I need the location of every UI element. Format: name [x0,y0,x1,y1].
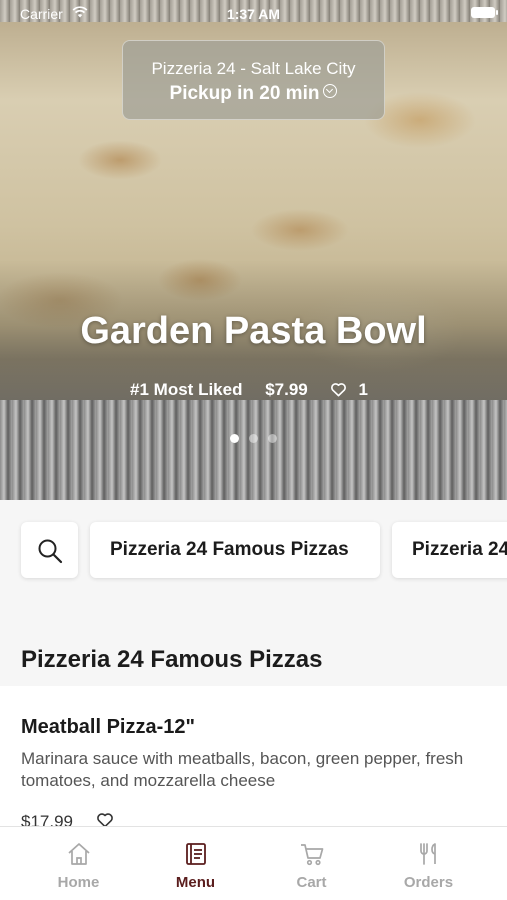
status-bar: Carrier 1:37 AM [0,0,507,28]
pager-dot-1[interactable] [230,434,239,443]
hero-image-tray [0,400,507,500]
category-chip[interactable]: Pizzeria 24 [392,522,507,578]
category-chip[interactable]: Pizzeria 24 Famous Pizzas [90,522,380,578]
tab-label: Menu [175,874,216,891]
battery-icon [471,7,498,18]
pickup-time: Pickup in 20 min [123,83,384,105]
featured-price: $7.99 [265,380,308,399]
search-button[interactable] [21,522,78,578]
fork-knife-icon [420,843,436,865]
tab-bar: Home Menu Cart Orders [0,826,507,900]
chevron-down-circle-icon [323,84,338,98]
tab-menu[interactable]: Menu [137,827,254,900]
likes-count: 1 [358,380,368,399]
pager-dot-3[interactable] [268,434,277,443]
carousel-pager[interactable] [0,430,507,448]
featured-item-meta: #1 Most Liked $7.99 1 [0,380,507,400]
cart-icon [301,844,324,866]
menu-item-name: Meatball Pizza-12" [21,716,195,738]
tab-label: Home [57,874,100,891]
store-name: Pizzeria 24 - Salt Lake City [151,59,356,78]
pager-dot-2[interactable] [249,434,258,443]
tab-orders[interactable]: Orders [370,827,487,900]
home-icon [68,843,90,865]
featured-item-title: Garden Pasta Bowl [80,310,427,352]
menu-item-description: Marinara sauce with meatballs, bacon, gr… [21,749,464,790]
category-bar[interactable]: Pizzeria 24 Famous Pizzas Pizzeria 24 [0,500,507,620]
clock: 1:37 AM [226,6,281,22]
featured-rank: #1 Most Liked [130,380,243,399]
section-title: Pizzeria 24 Famous Pizzas [21,646,323,673]
tab-cart[interactable]: Cart [253,827,370,900]
search-icon [38,539,63,564]
location-selector[interactable]: Pizzeria 24 - Salt Lake City Pickup in 2… [122,40,385,120]
heart-icon [331,383,347,397]
tab-home[interactable]: Home [20,827,137,900]
featured-likes[interactable]: 1 [330,380,376,399]
tab-label: Orders [403,874,454,891]
menu-book-icon [186,843,206,865]
pickup-label: Pickup in 20 min [169,83,320,104]
tab-label: Cart [296,874,327,891]
